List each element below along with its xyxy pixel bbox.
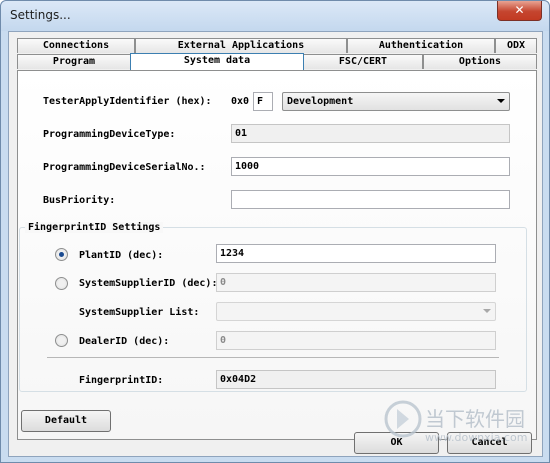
system-supplier-id-label: SystemSupplierID (dec): <box>79 278 218 289</box>
bus-priority-input[interactable] <box>231 190 510 209</box>
dealer-id-radio[interactable] <box>55 334 68 347</box>
dealer-id-label: DealerID (dec): <box>79 336 170 347</box>
group-divider <box>47 357 499 358</box>
tab-program[interactable]: Program <box>17 54 131 69</box>
plant-id-radio[interactable] <box>55 248 68 261</box>
plant-id-label: PlantID (dec): <box>79 250 164 261</box>
dialog-client-area: Connections External Applications Authen… <box>8 31 543 457</box>
fingerprint-group-title: FingerprintID Settings <box>25 222 164 233</box>
tab-options[interactable]: Options <box>423 54 537 69</box>
programming-device-type-label: ProgrammingDeviceType: <box>43 129 176 140</box>
plant-id-input[interactable]: 1234 <box>216 244 496 263</box>
default-button[interactable]: Default <box>21 410 111 432</box>
title-bar[interactable]: Settings... ✕ <box>1 1 549 31</box>
close-button[interactable]: ✕ <box>497 1 542 21</box>
chevron-down-icon <box>483 309 491 313</box>
bus-priority-label: BusPriority: <box>43 195 116 206</box>
fingerprint-id-field[interactable]: 0x04D2 <box>216 370 496 389</box>
tab-authentication[interactable]: Authentication <box>347 38 495 53</box>
cancel-button[interactable]: Cancel <box>447 432 532 454</box>
ok-button[interactable]: OK <box>354 432 439 454</box>
chevron-down-icon <box>497 99 505 103</box>
tester-apply-identifier-input[interactable]: F <box>253 92 273 111</box>
tab-connections[interactable]: Connections <box>17 38 135 53</box>
dealer-id-input[interactable]: 0 <box>216 331 496 350</box>
settings-window: Settings... ✕ Connections External Appli… <box>0 0 550 463</box>
system-supplier-list-select[interactable] <box>216 302 496 321</box>
hex-prefix: 0x0 <box>231 96 250 107</box>
tester-apply-identifier-label: TesterApplyIdentifier (hex): <box>43 96 212 107</box>
tab-fsc-cert[interactable]: FSC/CERT <box>303 54 423 69</box>
system-supplier-list-label: SystemSupplier List: <box>79 307 200 318</box>
tab-external-applications[interactable]: External Applications <box>135 38 347 53</box>
mode-select[interactable]: Development <box>282 92 510 111</box>
close-icon: ✕ <box>514 3 525 17</box>
programming-device-serial-input[interactable]: 1000 <box>231 157 510 176</box>
system-supplier-id-input[interactable]: 0 <box>216 273 496 292</box>
tab-system-data[interactable]: System data <box>130 53 304 70</box>
programming-device-type-field[interactable]: 01 <box>231 124 510 143</box>
tab-odx[interactable]: ODX <box>495 38 537 53</box>
programming-device-serial-label: ProgrammingDeviceSerialNo.: <box>43 162 206 173</box>
fingerprint-id-label: FingerprintID: <box>79 375 164 386</box>
mode-select-value: Development <box>287 96 354 107</box>
window-title: Settings... <box>10 8 71 22</box>
system-supplier-id-radio[interactable] <box>55 277 68 290</box>
